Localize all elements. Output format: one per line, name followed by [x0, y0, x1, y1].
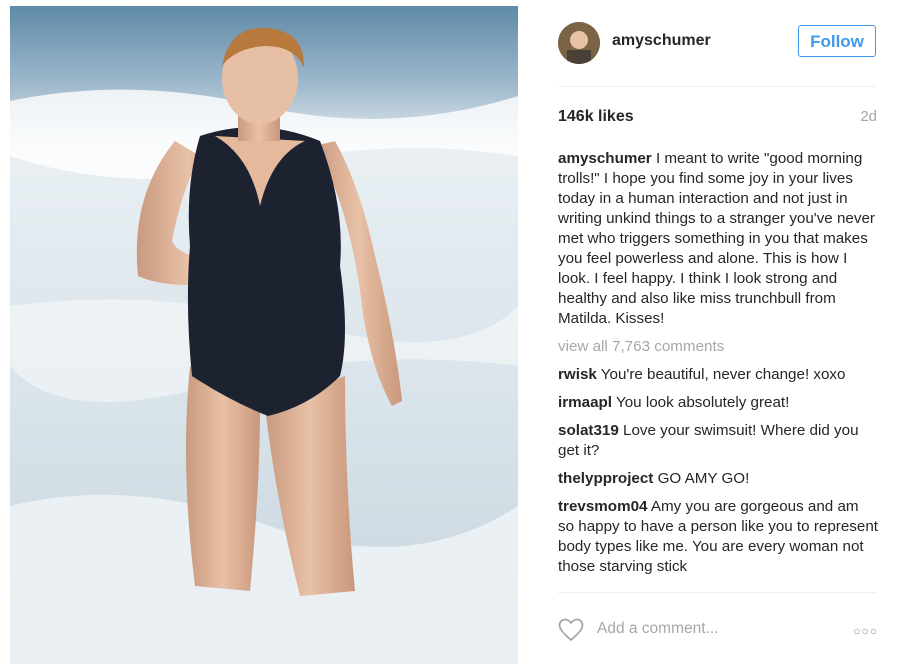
post-header: amyschumer Follow	[558, 22, 878, 64]
add-comment-input[interactable]: Add a comment...	[597, 620, 718, 638]
view-all-comments-link[interactable]: view all 7,763 comments	[558, 337, 878, 357]
comments-list: amyschumer I meant to write "good mornin…	[558, 149, 878, 589]
heart-icon[interactable]	[558, 618, 584, 642]
comment-text: You're beautiful, never change! xoxo	[600, 366, 846, 383]
comment-text: GO AMY GO!	[657, 470, 750, 487]
post-details-panel: amyschumer Follow 146k likes 2d amyschum…	[540, 0, 900, 664]
comment: trevsmom04 Amy you are gorgeous and am s…	[558, 497, 878, 577]
post-photo	[10, 6, 518, 664]
comment: solat319 Love your swimsuit! Where did y…	[558, 421, 878, 461]
divider	[558, 592, 876, 593]
comment-text: You look absolutely great!	[615, 394, 790, 411]
divider	[558, 86, 876, 87]
comment: irmaapl You look absolutely great!	[558, 393, 878, 413]
comment-username[interactable]: trevsmom04	[558, 498, 648, 515]
comment-username[interactable]: thelypproject	[558, 470, 653, 487]
caption: amyschumer I meant to write "good mornin…	[558, 149, 878, 329]
caption-username[interactable]: amyschumer	[558, 150, 652, 167]
like-count[interactable]: 146k likes	[558, 108, 634, 126]
comment-username[interactable]: solat319	[558, 422, 619, 439]
avatar[interactable]	[558, 22, 600, 64]
comment-username[interactable]: irmaapl	[558, 394, 612, 411]
comment-username[interactable]: rwisk	[558, 366, 597, 383]
comment: thelypproject GO AMY GO!	[558, 469, 878, 489]
follow-button[interactable]: Follow	[798, 25, 876, 57]
username[interactable]: amyschumer	[612, 32, 711, 50]
more-options-icon[interactable]: ○○○	[853, 624, 878, 638]
caption-text: I meant to write "good morning trolls!" …	[558, 150, 875, 327]
post-age[interactable]: 2d	[860, 108, 877, 125]
comment: rwisk You're beautiful, never change! xo…	[558, 365, 878, 385]
